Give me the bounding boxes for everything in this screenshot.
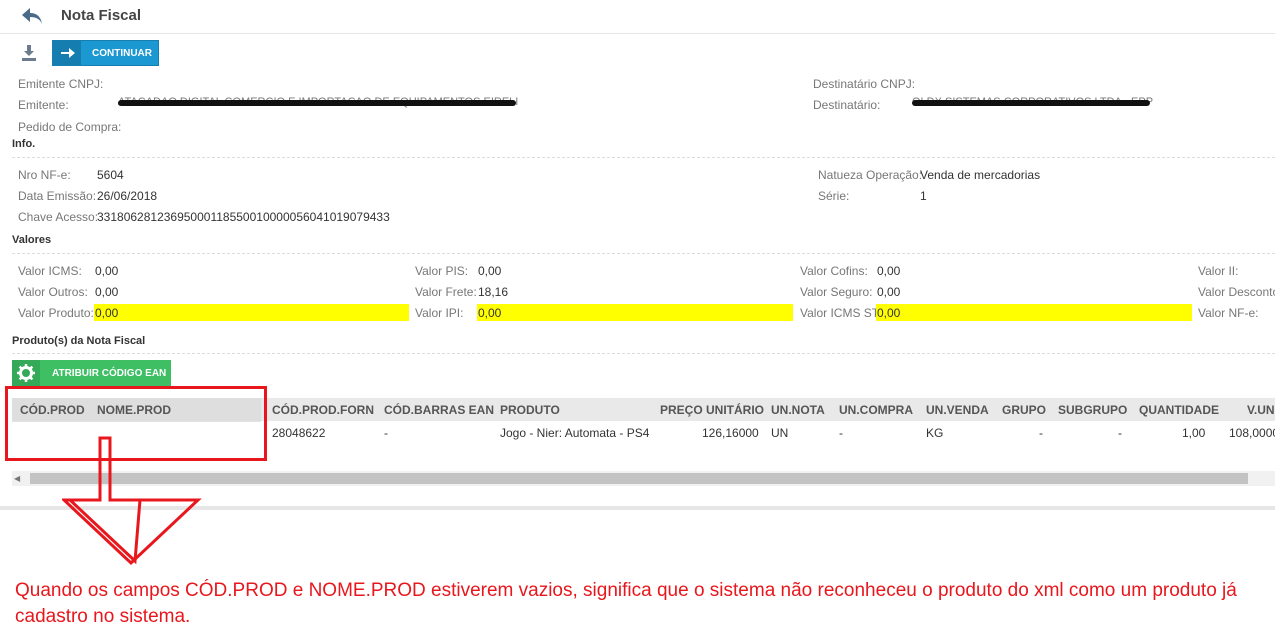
valor-frete-value: 18,16 <box>478 285 509 299</box>
top-bar: Nota Fiscal <box>0 0 1275 34</box>
cell-subgrupo: - <box>1118 426 1122 440</box>
atribuir-ean-button[interactable]: ATRIBUIR CÓDIGO EAN <box>12 360 171 386</box>
divider <box>12 353 1275 354</box>
redaction-bar <box>118 100 516 106</box>
serie-label: Série: <box>818 189 850 203</box>
cell-un-nota: UN <box>771 426 789 440</box>
nro-nfe-value: 5604 <box>97 168 124 182</box>
cell-grupo: - <box>1039 426 1043 440</box>
valor-produto-value: 0,00 <box>94 304 409 321</box>
valor-desconto-label: Valor Desconto <box>1198 285 1275 299</box>
cell-preco-unitario: 126,16000 <box>702 426 759 440</box>
arrow-right-icon <box>53 41 81 65</box>
atribuir-ean-label: ATRIBUIR CÓDIGO EAN <box>52 368 167 379</box>
valor-pis-label: Valor PIS: <box>415 264 469 278</box>
valor-nfe-label: Valor NF-e: <box>1198 306 1259 320</box>
valor-outros-label: Valor Outros: <box>18 285 88 299</box>
divider <box>12 253 1275 254</box>
natureza-operacao-value: Venda de mercadorias <box>920 168 1041 182</box>
cell-cod-barras-ean: - <box>384 426 388 440</box>
info-section-title: Info. <box>12 138 36 150</box>
col-produto[interactable]: PRODUTO <box>500 403 560 417</box>
cell-un-compra: - <box>839 426 843 440</box>
destinatario-label: Destinatário: <box>813 98 881 112</box>
valor-icms-st-label: Valor ICMS ST: <box>800 306 882 320</box>
scrollbar-thumb[interactable] <box>30 473 1248 484</box>
back-arrow-icon[interactable] <box>20 5 44 27</box>
annotation-text: Quando os campos CÓD.PROD e NOME.PROD es… <box>15 580 1237 627</box>
valor-produto-label: Valor Produto: <box>18 306 94 320</box>
emitente-cnpj-label: Emitente CNPJ: <box>18 77 104 91</box>
nro-nfe-label: Nro NF-e: <box>18 168 71 182</box>
col-grupo[interactable]: GRUPO <box>1002 403 1046 417</box>
produtos-section-title: Produto(s) da Nota Fiscal <box>12 335 146 347</box>
cell-un-venda: KG <box>926 426 944 440</box>
valor-frete-label: Valor Frete: <box>415 285 477 299</box>
col-un-compra[interactable]: UN.COMPRA <box>839 403 913 417</box>
col-cod-barras-ean[interactable]: CÓD.BARRAS EAN <box>384 403 494 417</box>
natureza-operacao-label: Natueza Operação: <box>818 168 923 182</box>
continue-button[interactable]: CONTINUAR <box>52 40 159 66</box>
valor-seguro-value: 0,00 <box>877 285 901 299</box>
col-v-un[interactable]: V.UN <box>1247 403 1275 417</box>
divider <box>12 157 1275 158</box>
valor-icms-st-value: 0,00 <box>876 304 1192 321</box>
annotation-arrow-icon <box>62 436 202 566</box>
valor-ipi-value: 0,00 <box>477 304 793 321</box>
emitente-label: Emitente: <box>18 98 69 112</box>
data-emissao-value: 26/06/2018 <box>97 189 158 203</box>
cell-v-un: 108,0000 <box>1229 426 1275 440</box>
destinatario-value-redacted: OLDX SISTEMAS CORPORATIVOS LTDA - EPP <box>912 96 1153 108</box>
valor-seguro-label: Valor Seguro: <box>800 285 873 299</box>
cell-produto: Jogo - Nier: Automata - PS4 <box>500 426 650 440</box>
data-emissao-label: Data Emissão: <box>18 189 97 203</box>
valores-section-title: Valores <box>12 234 52 246</box>
col-quantidade[interactable]: QUANTIDADE <box>1139 403 1219 417</box>
valor-icms-value: 0,00 <box>95 264 119 278</box>
destinatario-cnpj-label: Destinatário CNPJ: <box>813 77 916 91</box>
emitente-value-redacted: ATACADAO DIGITAL COMERCIO E IMPORTACAO D… <box>118 96 518 108</box>
cell-quantidade: 1,00 <box>1182 426 1206 440</box>
page-title: Nota Fiscal <box>61 7 142 24</box>
col-un-nota[interactable]: UN.NOTA <box>771 403 825 417</box>
cell-cod-prod-forn: 28048622 <box>272 426 326 440</box>
pedido-compra-label: Pedido de Compra: <box>18 120 122 134</box>
gear-icon <box>12 360 40 386</box>
valor-pis-value: 0,00 <box>478 264 502 278</box>
serie-value: 1 <box>920 189 927 203</box>
valor-icms-label: Valor ICMS: <box>18 264 82 278</box>
continue-button-label: CONTINUAR <box>92 48 152 59</box>
chave-acesso-label: Chave Acesso: <box>18 210 99 224</box>
valor-ii-label: Valor II: <box>1198 264 1239 278</box>
col-cod-prod-forn[interactable]: CÓD.PROD.FORN <box>272 403 374 417</box>
chave-acesso-value: 3318062812369500011855001000005604101907… <box>97 210 390 224</box>
valor-cofins-value: 0,00 <box>877 264 901 278</box>
valor-ipi-label: Valor IPI: <box>415 306 464 320</box>
valor-cofins-label: Valor Cofins: <box>800 264 868 278</box>
col-subgrupo[interactable]: SUBGRUPO <box>1058 403 1127 417</box>
col-un-venda[interactable]: UN.VENDA <box>926 403 989 417</box>
download-icon[interactable] <box>21 44 37 62</box>
col-preco-unitario[interactable]: PREÇO UNITÁRIO <box>660 403 764 417</box>
valor-outros-value: 0,00 <box>95 285 119 299</box>
redaction-bar <box>912 100 1150 106</box>
scroll-left-icon[interactable]: ◀ <box>14 474 20 483</box>
